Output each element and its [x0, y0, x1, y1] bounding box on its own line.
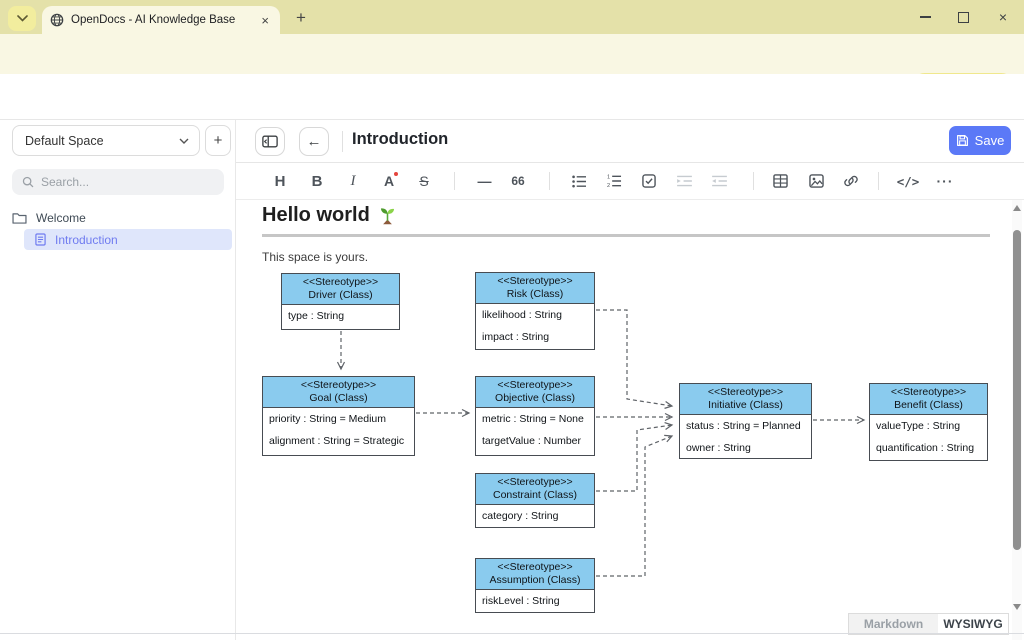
- heading-rule: [262, 234, 990, 237]
- uml-class-constraint[interactable]: <<Stereotype>>Constraint (Class) categor…: [475, 473, 595, 528]
- outdent-button[interactable]: [705, 168, 733, 194]
- globe-favicon-icon: [50, 13, 64, 27]
- doc-back-button[interactable]: ←: [299, 127, 329, 156]
- uml-class-assumption[interactable]: <<Stereotype>>Assumption (Class) riskLev…: [475, 558, 595, 613]
- connector-assumption-initiative: [596, 436, 672, 576]
- indent-button[interactable]: [670, 168, 698, 194]
- more-tools-button[interactable]: ···: [931, 168, 959, 194]
- chevron-down-icon: [17, 15, 28, 22]
- separator: [342, 131, 343, 152]
- heading-button[interactable]: H: [266, 168, 294, 194]
- folder-icon: [12, 212, 27, 224]
- panel-collapse-icon: [262, 135, 278, 148]
- app-header: OpenDocs Powered by Visual Paradigm Shar…: [0, 74, 1024, 120]
- tab-close-icon[interactable]: ×: [258, 13, 272, 28]
- minimize-icon: [920, 16, 931, 17]
- uml-class-objective[interactable]: <<Stereotype>>Objective (Class) metric :…: [475, 376, 595, 456]
- ordered-list-button[interactable]: 12: [600, 168, 628, 194]
- code-button[interactable]: </>: [894, 168, 922, 194]
- ordered-list-icon: 12: [607, 174, 622, 188]
- svg-text:1: 1: [607, 175, 610, 181]
- window-bottom-edge: [0, 633, 1024, 634]
- connector-risk-initiative: [596, 310, 672, 406]
- tab-search-button[interactable]: [8, 6, 36, 31]
- save-label: Save: [975, 133, 1005, 148]
- new-tab-button[interactable]: +: [288, 5, 314, 31]
- task-list-button[interactable]: [635, 168, 663, 194]
- page-label: Introduction: [55, 233, 118, 247]
- browser-toolbar: ← → ai-toolbox.visual-paradigm.com/app/o…: [0, 34, 1024, 74]
- toggle-sidebar-button[interactable]: [255, 127, 285, 156]
- add-space-button[interactable]: +: [205, 125, 231, 156]
- browser-tab-active[interactable]: OpenDocs - AI Knowledge Base ×: [42, 6, 280, 34]
- space-selector[interactable]: Default Space: [12, 125, 200, 156]
- window-minimize-button[interactable]: [906, 0, 944, 34]
- editor-content[interactable]: Hello world This space is yours.: [236, 200, 1024, 640]
- chevron-down-icon: [179, 138, 189, 144]
- scrollbar-down-arrow[interactable]: [1013, 604, 1021, 610]
- separator: [753, 172, 754, 190]
- table-icon: [773, 174, 788, 188]
- space-name: Default Space: [25, 134, 179, 148]
- tab-strip: OpenDocs - AI Knowledge Base × + ×: [0, 0, 1024, 34]
- search-placeholder: Search...: [41, 175, 89, 189]
- separator: [454, 172, 455, 190]
- horizontal-rule-button[interactable]: —: [470, 168, 498, 194]
- window-maximize-button[interactable]: [944, 0, 982, 34]
- separator: [878, 172, 879, 190]
- font-color-button[interactable]: A: [375, 168, 403, 194]
- seedling-emoji: [377, 205, 398, 226]
- svg-text:2: 2: [607, 183, 610, 188]
- mode-wysiwyg-button[interactable]: WYSIWYG: [938, 613, 1009, 635]
- image-button[interactable]: [802, 168, 830, 194]
- doc-heading: Hello world: [262, 204, 398, 227]
- strikethrough-button[interactable]: S: [410, 168, 438, 194]
- save-floppy-icon: [956, 134, 969, 147]
- table-button[interactable]: [766, 168, 794, 194]
- bullet-list-button[interactable]: [565, 168, 593, 194]
- color-dot: [394, 172, 398, 176]
- bold-button[interactable]: B: [303, 168, 331, 194]
- document-icon: [35, 233, 46, 246]
- maximize-icon: [958, 12, 969, 23]
- italic-button[interactable]: I: [339, 168, 367, 194]
- uml-class-benefit[interactable]: <<Stereotype>>Benefit (Class) valueType …: [869, 383, 988, 461]
- tab-title: OpenDocs - AI Knowledge Base: [71, 14, 251, 26]
- scrollbar-thumb[interactable]: [1013, 230, 1021, 550]
- document-title: Introduction: [352, 130, 448, 149]
- sidebar-folder-welcome[interactable]: Welcome: [12, 208, 222, 228]
- separator: [549, 172, 550, 190]
- save-button[interactable]: Save: [949, 126, 1011, 155]
- sidebar-search-input[interactable]: Search...: [12, 169, 224, 195]
- bullet-list-icon: [572, 175, 587, 188]
- task-checkbox-icon: [642, 174, 656, 188]
- connector-constraint-initiative: [596, 425, 672, 491]
- link-icon: [843, 173, 859, 189]
- window-close-button[interactable]: ×: [984, 0, 1022, 34]
- link-button[interactable]: [837, 168, 865, 194]
- search-icon: [22, 176, 34, 188]
- image-icon: [809, 174, 824, 188]
- uml-class-risk[interactable]: <<Stereotype>>Risk (Class) likelihood : …: [475, 272, 595, 350]
- uml-class-goal[interactable]: <<Stereotype>>Goal (Class) priority : St…: [262, 376, 415, 456]
- intro-paragraph: This space is yours.: [262, 250, 368, 264]
- scrollbar-up-arrow[interactable]: [1013, 205, 1021, 211]
- sidebar-item-introduction[interactable]: Introduction: [24, 229, 232, 250]
- mode-markdown-button[interactable]: Markdown: [848, 613, 939, 635]
- sidebar: [0, 120, 236, 640]
- blockquote-button[interactable]: 66: [504, 168, 532, 194]
- browser-window: OpenDocs - AI Knowledge Base × + × ← → a…: [0, 0, 1024, 640]
- uml-class-initiative[interactable]: <<Stereotype>>Initiative (Class) status …: [679, 383, 812, 459]
- uml-class-driver[interactable]: <<Stereotype>>Driver (Class) type : Stri…: [281, 273, 400, 330]
- indent-icon: [677, 175, 692, 187]
- outdent-icon: [712, 175, 727, 187]
- folder-label: Welcome: [36, 211, 86, 225]
